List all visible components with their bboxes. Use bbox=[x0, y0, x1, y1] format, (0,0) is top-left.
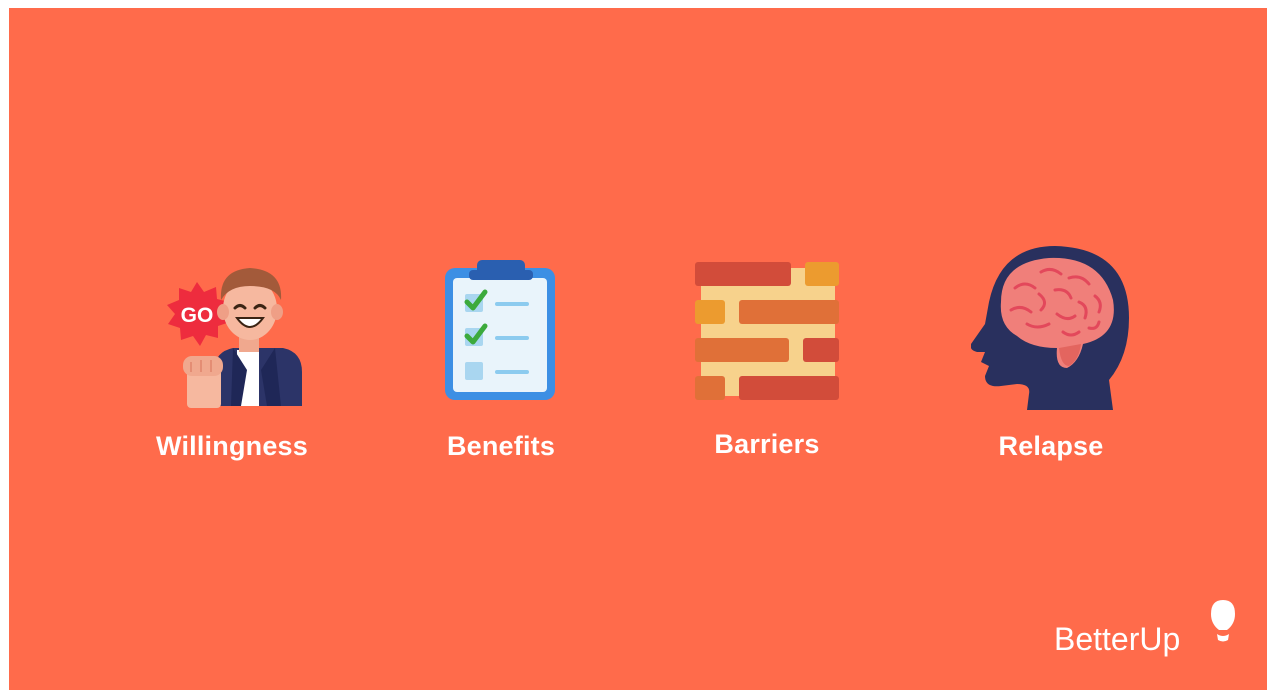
lightbulb-logo-icon bbox=[1208, 598, 1238, 649]
barriers-label: Barriers bbox=[714, 429, 820, 459]
barriers-card bbox=[695, 262, 840, 402]
checklist-clipboard-icon bbox=[445, 260, 555, 400]
relapse-label: Relapse bbox=[998, 431, 1104, 461]
go-badge-text: GO bbox=[181, 304, 214, 327]
head-brain-icon bbox=[971, 246, 1129, 410]
relapse-card bbox=[971, 244, 1131, 410]
willingness-label: Willingness bbox=[156, 431, 308, 461]
brick-wall-icon bbox=[695, 262, 839, 400]
willingness-card: GO bbox=[157, 260, 307, 410]
benefits-card bbox=[441, 258, 561, 403]
benefits-label: Benefits bbox=[446, 431, 556, 461]
go-person-icon: GO bbox=[167, 268, 302, 408]
brand-wordmark: BetterUp bbox=[1054, 621, 1181, 657]
slide-canvas: GO Willingness Benefits Barriers Relapse… bbox=[9, 8, 1267, 690]
